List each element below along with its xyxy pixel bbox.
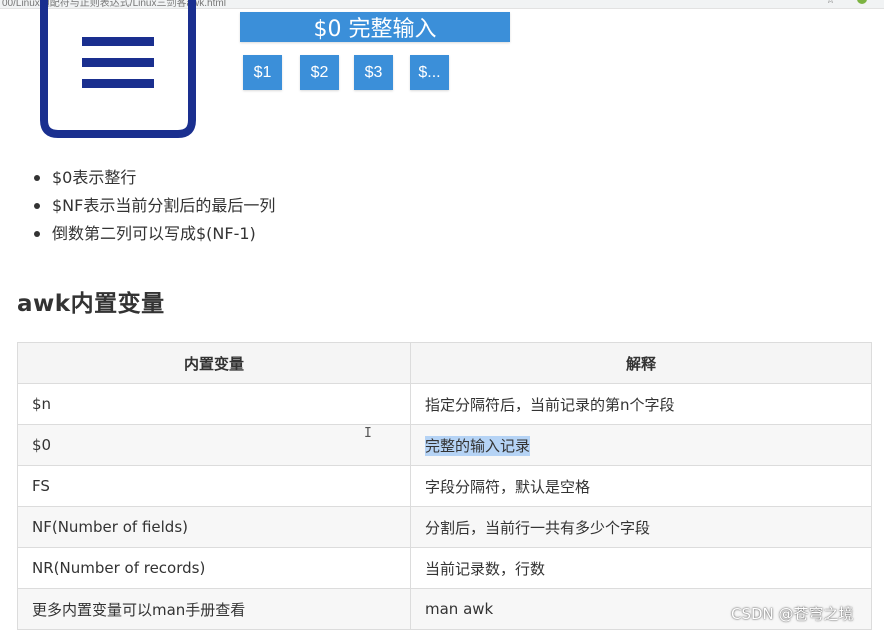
list-item: $0表示整行: [30, 166, 275, 194]
table-cell-description: 指定分隔符后，当前记录的第n个字段: [410, 383, 872, 425]
text-cursor-icon: I: [364, 426, 372, 441]
document-icon: [40, 0, 196, 138]
table-row: $0 完整的输入记录: [17, 424, 872, 466]
table-cell-description: 字段分隔符，默认是空格: [410, 465, 872, 507]
full-input-bar: $0 完整输入: [240, 12, 510, 42]
bullet-text: 倒数第二列可以写成$(NF-1): [52, 224, 256, 243]
extension-icon[interactable]: [857, 0, 867, 4]
table-cell-variable: 更多内置变量可以man手册查看: [17, 588, 411, 630]
bullet-dot-icon: [34, 175, 40, 181]
list-item: 倒数第二列可以写成$(NF-1): [30, 222, 275, 250]
bullet-text: $0表示整行: [52, 168, 137, 187]
field-box-2: $2: [300, 55, 339, 90]
table-row: NR(Number of records) 当前记录数，行数: [17, 547, 872, 589]
table-row: NF(Number of fields) 分割后，当前行一共有多少个字段: [17, 506, 872, 548]
table-cell-variable: NR(Number of records): [17, 547, 411, 589]
field-box-1: $1: [243, 55, 282, 90]
field-box-more: $...: [410, 55, 449, 90]
builtin-variables-table: 内置变量 解释 $n 指定分隔符后，当前记录的第n个字段 $0 完整的输入记录 …: [17, 342, 872, 630]
bullet-text: $NF表示当前分割后的最后一列: [52, 196, 276, 215]
bullet-dot-icon: [34, 231, 40, 237]
table-row: $n 指定分隔符后，当前记录的第n个字段: [17, 383, 872, 425]
table-cell-variable: FS: [17, 465, 411, 507]
bullet-list: $0表示整行 $NF表示当前分割后的最后一列 倒数第二列可以写成$(NF-1): [30, 166, 275, 250]
bullet-dot-icon: [34, 203, 40, 209]
page: 00/Linux通配符与正则表达式/Linux三剑客awk.html ☆ $0 …: [0, 0, 884, 632]
table-cell-variable: $0: [17, 424, 411, 466]
section-title: awk内置变量: [17, 291, 165, 317]
watermark: CSDN @苍穹之境: [731, 605, 854, 623]
table-cell-description: 当前记录数，行数: [410, 547, 872, 589]
table-cell-variable: $n: [17, 383, 411, 425]
table-row: FS 字段分隔符，默认是空格: [17, 465, 872, 507]
star-icon[interactable]: ☆: [826, 0, 835, 6]
table-header-variable: 内置变量: [17, 342, 411, 384]
list-item: $NF表示当前分割后的最后一列: [30, 194, 275, 222]
field-box-3: $3: [354, 55, 393, 90]
table-header-description: 解释: [410, 342, 872, 384]
table-header-row: 内置变量 解释: [17, 342, 872, 384]
selected-text[interactable]: 完整的输入记录: [425, 435, 531, 456]
table-cell-variable: NF(Number of fields): [17, 506, 411, 548]
table-cell-description: 分割后，当前行一共有多少个字段: [410, 506, 872, 548]
table-cell-description: 完整的输入记录: [410, 424, 872, 466]
